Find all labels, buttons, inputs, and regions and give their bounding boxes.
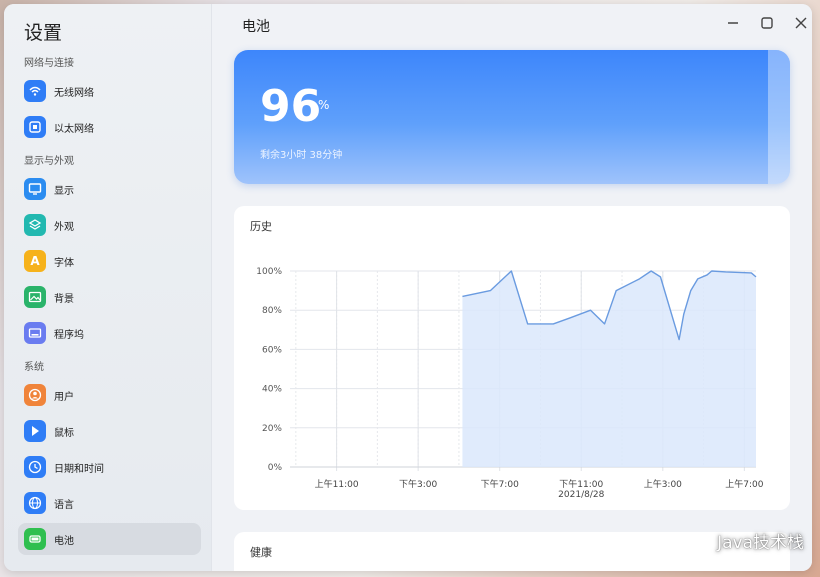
image-icon: [24, 286, 46, 308]
clock-icon: [24, 456, 46, 478]
battery-history-chart: 0% 20% 40% 60% 80% 100% 上午11:00 下午3:00 下午7:00 下午1…: [256, 267, 763, 500]
history-heading: 历史: [250, 220, 272, 233]
x-tick-label: 下午3:00: [399, 478, 437, 490]
wechat-icon: [689, 532, 710, 549]
sidebar-item-label: 字体: [54, 257, 74, 269]
monitor-icon: [24, 178, 46, 200]
minimize-icon: [728, 22, 738, 24]
battery-area-fill: [462, 271, 756, 467]
battery-percent-unit: %: [318, 98, 330, 112]
user-icon: [24, 384, 46, 406]
x-tick-label: 上午3:00: [644, 478, 682, 490]
sidebar-item-image[interactable]: 背景: [18, 281, 201, 313]
y-tick-label: 40%: [262, 385, 282, 395]
wifi-icon: [24, 80, 46, 102]
close-icon: [795, 17, 807, 29]
sidebar-item-font[interactable]: A 字体: [18, 245, 201, 277]
watermark: Java技术栈: [689, 528, 804, 553]
maximize-button[interactable]: [758, 14, 776, 32]
dock-icon: [24, 322, 46, 344]
sidebar-item-ethernet[interactable]: 以太网络: [18, 111, 201, 143]
x-tick-sublabel: 2021/8/28: [558, 490, 604, 500]
sidebar-item-monitor[interactable]: 显示: [18, 173, 201, 205]
sidebar-item-label: 用户: [54, 391, 74, 403]
battery-percent: 96: [260, 81, 322, 132]
cursor-icon: [24, 420, 46, 442]
y-tick-label: 20%: [262, 424, 282, 434]
x-tick-label: 上午11:00: [315, 478, 359, 490]
sidebar-item-wifi[interactable]: 无线网络: [18, 75, 201, 107]
sidebar-item-layers[interactable]: 外观: [18, 209, 201, 241]
battery-time-remaining: 剩余3小时 38分钟: [260, 150, 343, 161]
sidebar-item-label: 外观: [54, 221, 74, 233]
sidebar-nav: 网络与连接无线网络以太网络显示与外观显示外观 A 字体背景程序坞系统用户鼠标日期和时…: [4, 55, 211, 555]
sidebar-group-title: 显示与外观: [24, 156, 74, 167]
sidebar-item-label: 显示: [54, 185, 74, 197]
settings-window: 设置 网络与连接无线网络以太网络显示与外观显示外观 A 字体背景程序坞系统用户鼠标日…: [4, 4, 812, 571]
sidebar: 设置 网络与连接无线网络以太网络显示与外观显示外观 A 字体背景程序坞系统用户鼠标日…: [4, 4, 212, 571]
sidebar-item-user[interactable]: 用户: [18, 379, 201, 411]
sidebar-item-label: 鼠标: [54, 427, 74, 439]
sidebar-item-globe[interactable]: 语言: [18, 487, 201, 519]
x-tick-label: 下午7:00: [481, 478, 519, 490]
watermark-text: Java技术栈: [717, 533, 804, 553]
sidebar-item-cursor[interactable]: 鼠标: [18, 415, 201, 447]
sidebar-item-dock[interactable]: 程序坞: [18, 317, 201, 349]
minimize-button[interactable]: [724, 14, 742, 32]
sidebar-group-title: 系统: [24, 362, 44, 373]
y-tick-label: 0%: [268, 463, 283, 473]
main-panel: 电池 96 % 剩余3小时 38分钟 历史 0% 20% 40% 60% 80% 100%…: [212, 4, 812, 571]
ethernet-icon: [24, 116, 46, 138]
sidebar-item-label: 以太网络: [54, 123, 94, 135]
font-icon: A: [24, 250, 46, 272]
battery-icon: [24, 528, 46, 550]
y-tick-label: 80%: [262, 306, 282, 316]
battery-status-card: 96 % 剩余3小时 38分钟: [234, 50, 790, 184]
sidebar-item-clock[interactable]: 日期和时间: [18, 451, 201, 483]
history-card: 历史 0% 20% 40% 60% 80% 100% 上午11:00 下午3:00 下午7:00…: [234, 206, 790, 510]
sidebar-item-battery[interactable]: 电池: [18, 523, 201, 555]
sidebar-item-label: 无线网络: [54, 87, 94, 99]
page-title: 电池: [242, 19, 270, 35]
sidebar-item-label: 日期和时间: [54, 463, 104, 475]
battery-remaining-bar: [767, 50, 790, 184]
sidebar-item-label: 背景: [54, 293, 74, 305]
sidebar-item-label: 程序坞: [54, 329, 84, 341]
x-tick-label: 上午7:00: [725, 478, 763, 490]
y-tick-label: 100%: [256, 267, 282, 277]
health-heading: 健康: [250, 546, 272, 559]
sidebar-item-label: 语言: [54, 499, 74, 511]
y-tick-label: 60%: [262, 345, 282, 355]
x-tick-label: 下午11:00: [559, 478, 603, 490]
app-title: 设置: [24, 22, 63, 44]
layers-icon: [24, 214, 46, 236]
globe-icon: [24, 492, 46, 514]
sidebar-group-title: 网络与连接: [24, 58, 74, 69]
maximize-icon: [761, 17, 773, 29]
close-button[interactable]: [792, 14, 810, 32]
sidebar-item-label: 电池: [54, 535, 74, 547]
